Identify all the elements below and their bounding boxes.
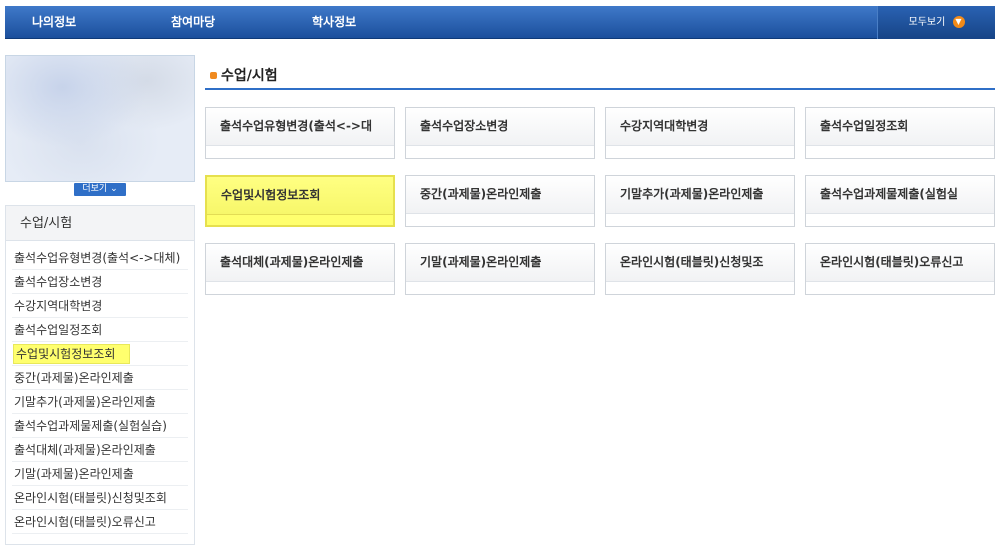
sidebar-list: 출석수업유형변경(출석<->대체) 출석수업장소변경수강지역대학변경출석수업일정조… — [6, 241, 194, 534]
sidebar-menu: 수업/시험 출석수업유형변경(출석<->대체) 출석수업장소변경 수강지역대학변경 출… — [5, 205, 195, 545]
sidebar-item[interactable]: 수강지역대학변경 — [12, 294, 188, 318]
sidebar-item[interactable]: 출석대체(과제물)온라인제출 — [12, 438, 188, 462]
top-navigation: 나의정보 참여마당 학사정보 모두보기 ▼ — [5, 6, 995, 39]
menu-tile[interactable]: 온라인시험(태블릿)오류신고 — [805, 243, 995, 295]
sidebar-item-label: 출석수업일정조회 — [14, 323, 103, 337]
sidebar-item-label: 출석수업과제물제출(실험실습) — [14, 419, 167, 433]
profile-box — [5, 55, 195, 182]
view-all-label: 모두보기 — [908, 17, 946, 28]
more-label: 더보기 — [82, 184, 108, 194]
sidebar-item[interactable]: 수업및시험정보조회 — [12, 342, 188, 366]
sidebar-item-label: 출석대체(과제물)온라인제출 — [14, 443, 156, 457]
sidebar-item-label: 기말(과제물)온라인제출 — [14, 467, 134, 481]
menu-tile-label: 출석수업장소변경 — [406, 108, 594, 146]
menu-tile[interactable]: 기말추가(과제물)온라인제출 — [605, 175, 795, 227]
sidebar-item[interactable]: 기말(과제물)온라인제출 — [12, 462, 188, 486]
menu-tile[interactable]: 출석수업유형변경(출석<->대 — [205, 107, 395, 159]
menu-tile-label: 출석대체(과제물)온라인제출 — [206, 244, 394, 282]
sidebar-item-label: 출석수업유형변경(출석<->대체) — [14, 251, 181, 265]
menu-tile[interactable]: 기말(과제물)온라인제출 — [405, 243, 595, 295]
menu-tile[interactable]: 출석수업일정조회 — [805, 107, 995, 159]
sidebar-item[interactable]: 온라인시험(태블릿)신청및조회 — [12, 486, 188, 510]
menu-tile[interactable]: 온라인시험(태블릿)신청및조 — [605, 243, 795, 295]
square-bullet-icon — [210, 72, 217, 79]
menu-tile-label: 온라인시험(태블릿)오류신고 — [806, 244, 994, 282]
sidebar-item-label: 온라인시험(태블릿)신청및조회 — [14, 491, 167, 505]
menu-tile-label: 수강지역대학변경 — [606, 108, 794, 146]
sidebar-item[interactable]: 출석수업유형변경(출석<->대체) — [12, 246, 188, 270]
sidebar-title: 수업/시험 — [6, 206, 194, 241]
blurred-profile-image — [6, 56, 194, 181]
chevron-down-icon: ⌄ — [110, 184, 118, 194]
nav-item-my-info[interactable]: 나의정보 — [32, 6, 76, 39]
sidebar-item[interactable]: 출석수업일정조회 — [12, 318, 188, 342]
menu-tile-label: 중간(과제물)온라인제출 — [406, 176, 594, 214]
sidebar-item[interactable]: 기말추가(과제물)온라인제출 — [12, 390, 188, 414]
sidebar-item-label: 수강지역대학변경 — [14, 299, 103, 313]
sidebar-item-label: 기말추가(과제물)온라인제출 — [14, 395, 156, 409]
sidebar-item[interactable]: 출석수업과제물제출(실험실습) — [12, 414, 188, 438]
menu-tile-label: 출석수업과제물제출(실험실 — [806, 176, 994, 214]
menu-tile-label: 온라인시험(태블릿)신청및조 — [606, 244, 794, 282]
nav-item-academic-info[interactable]: 학사정보 — [312, 6, 356, 39]
menu-tile[interactable]: 수업및시험정보조회 — [205, 175, 395, 227]
sidebar-item-label: 출석수업장소변경 — [14, 275, 103, 289]
chevron-down-circle-icon: ▼ — [952, 16, 965, 28]
menu-tile-label: 기말(과제물)온라인제출 — [406, 244, 594, 282]
menu-tile-label: 출석수업일정조회 — [806, 108, 994, 146]
sidebar-item-label: 온라인시험(태블릿)오류신고 — [14, 515, 156, 529]
sidebar-item[interactable]: 중간(과제물)온라인제출 — [12, 366, 188, 390]
sidebar-item-label: 중간(과제물)온라인제출 — [14, 371, 134, 385]
nav-item-participation[interactable]: 참여마당 — [171, 6, 215, 39]
menu-tile[interactable]: 수강지역대학변경 — [605, 107, 795, 159]
more-button[interactable]: 더보기 ⌄ — [74, 183, 126, 196]
menu-tile-label: 수업및시험정보조회 — [207, 177, 393, 215]
menu-tile[interactable]: 출석수업과제물제출(실험실 — [805, 175, 995, 227]
page-title: 수업/시험 — [205, 66, 995, 90]
menu-tile[interactable]: 중간(과제물)온라인제출 — [405, 175, 595, 227]
page-title-text: 수업/시험 — [221, 68, 278, 84]
menu-tile-label: 출석수업유형변경(출석<->대 — [206, 108, 394, 146]
view-all-button[interactable]: 모두보기 ▼ — [877, 6, 995, 39]
menu-tile[interactable]: 출석수업장소변경 — [405, 107, 595, 159]
menu-tile-label: 기말추가(과제물)온라인제출 — [606, 176, 794, 214]
sidebar-item[interactable]: 온라인시험(태블릿)오류신고 — [12, 510, 188, 534]
menu-tile[interactable]: 출석대체(과제물)온라인제출 — [205, 243, 395, 295]
sidebar-item[interactable]: 출석수업장소변경 — [12, 270, 188, 294]
sidebar-item-label: 수업및시험정보조회 — [12, 344, 131, 364]
